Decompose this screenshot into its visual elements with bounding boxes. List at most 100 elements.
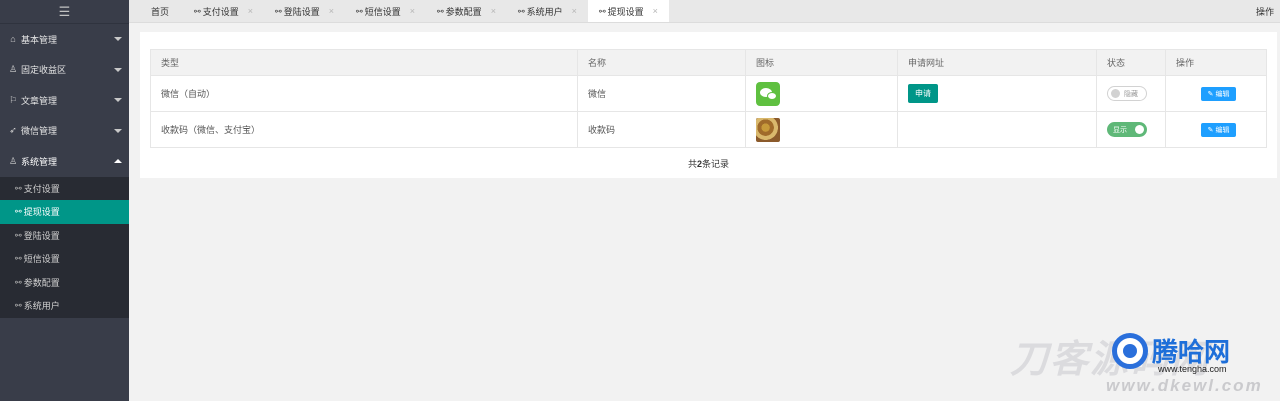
sidebar-item-login-settings[interactable]: ⚯ 登陆设置 [0,224,129,248]
watermark: 刀客源码网 腾哈网 www.tengha.com www.dkewl.com [1010,324,1270,399]
link-icon: ⚯ [598,6,606,16]
close-icon[interactable]: × [653,6,658,16]
tab-label: 短信设置 [364,6,401,17]
tab-login-settings[interactable]: ⚯ 登陆设置 × [264,0,345,22]
link-icon: ⚯ [15,277,22,287]
link-icon: ⚯ [355,6,363,16]
menu-basic-management[interactable]: ⌂ 基本管理 [0,24,129,55]
link-icon: ⚯ [15,254,22,264]
cell-actions: ✎ 编辑 [1165,111,1267,148]
table-header-row: 类型 名称 图标 申请网址 状态 操作 [150,49,1267,76]
cell-apply-url: 申请 [897,75,1097,112]
cell-actions: ✎ 编辑 [1165,75,1267,112]
sidebar-item-param-config[interactable]: ⚯ 参数配置 [0,271,129,295]
sidebar-item-system-users[interactable]: ⚯ 系统用户 [0,294,129,318]
withdraw-methods-table: 类型 名称 图标 申请网址 状态 操作 微信（自动） 微信 申请 隐藏 ✎ 编辑… [150,49,1267,148]
send-icon: ➶ [9,125,17,136]
close-icon[interactable]: × [410,6,415,16]
toggle-knob [1111,89,1120,98]
link-icon: ⚯ [15,301,22,311]
sidebar-item-label: 支付设置 [23,183,60,194]
close-icon[interactable]: × [572,6,577,16]
user-icon: ♙ [8,155,18,166]
tab-label: 提现设置 [607,6,644,17]
tab-system-users[interactable]: ⚯ 系统用户 × [507,0,588,22]
tab-label: 系统用户 [526,6,563,17]
cell-name: 微信 [577,75,746,112]
tab-bar: 首页 ⚯ 支付设置 × ⚯ 登陆设置 × ⚯ 短信设置 × ⚯ 参数配置 × ⚯… [129,0,1280,23]
cell-status: 显示 [1096,111,1166,148]
menu-fixed-income[interactable]: ♙ 固定收益区 [0,55,129,86]
edit-button[interactable]: ✎ 编辑 [1201,86,1236,101]
wechat-icon [756,81,780,106]
tab-param-config[interactable]: ⚯ 参数配置 × [426,0,507,22]
edit-icon: ✎ [1207,126,1214,134]
cell-icon [745,111,898,148]
link-icon: ⚯ [15,230,22,240]
menu-label: 基本管理 [21,34,58,45]
watermark-url: www.tengha.com [1158,364,1227,374]
chevron-down-icon [114,67,122,72]
col-name: 名称 [577,49,746,76]
tab-operations-menu[interactable]: 操作 [1256,0,1274,23]
tab-withdraw-settings[interactable]: ⚯ 提现设置 × [587,0,669,22]
chevron-up-icon [114,159,122,164]
table-row: 微信（自动） 微信 申请 隐藏 ✎ 编辑 [150,75,1267,112]
tab-ops-label: 操作 [1255,7,1274,17]
sidebar-item-withdraw-settings[interactable]: ⚯ 提现设置 [0,200,129,224]
menu-label: 系统管理 [21,156,58,167]
sidebar-item-sms-settings[interactable]: ⚯ 短信设置 [0,247,129,271]
content-panel: 类型 名称 图标 申请网址 状态 操作 微信（自动） 微信 申请 隐藏 ✎ 编辑… [140,32,1277,178]
tab-label: 登陆设置 [283,6,320,17]
apply-button[interactable]: 申请 [908,84,938,103]
link-icon: ⚯ [517,6,525,16]
table-row: 收款码（微信、支付宝） 收款码 显示 ✎ 编辑 [150,111,1267,148]
col-type: 类型 [150,49,578,76]
status-toggle[interactable]: 显示 [1107,122,1147,137]
close-icon[interactable]: × [248,6,253,16]
link-icon: ⚯ [194,6,201,16]
tab-sms-settings[interactable]: ⚯ 短信设置 × [345,0,426,22]
user-icon: ♙ [8,64,18,75]
toggle-knob [1135,125,1144,134]
status-toggle[interactable]: 隐藏 [1107,86,1147,101]
sidebar-item-label: 参数配置 [23,277,60,288]
sidebar-item-label: 登陆设置 [23,230,60,241]
chevron-down-icon [114,98,122,103]
col-icon: 图标 [745,49,898,76]
qr-image-icon [756,117,780,142]
sidebar-item-label: 系统用户 [23,301,60,312]
chevron-down-icon [114,37,122,42]
col-apply-url: 申请网址 [897,49,1097,76]
link-icon: ⚯ [15,183,22,193]
edit-button[interactable]: ✎ 编辑 [1201,122,1236,137]
tab-label: 参数配置 [445,6,482,17]
menu-label: 文章管理 [21,95,58,106]
menu-system-management[interactable]: ♙ 系统管理 [0,146,129,177]
sidebar-item-payment-settings[interactable]: ⚯ 支付设置 [0,177,129,201]
col-status: 状态 [1096,49,1166,76]
menu-wechat-management[interactable]: ➶ 微信管理 [0,116,129,147]
edit-icon: ✎ [1207,90,1214,98]
close-icon[interactable]: × [329,6,334,16]
cell-name: 收款码 [577,111,746,148]
hamburger-icon[interactable]: ☰ [59,4,71,20]
tab-payment-settings[interactable]: ⚯ 支付设置 × [183,0,264,22]
link-icon: ⚯ [275,6,282,16]
cell-status: 隐藏 [1096,75,1166,112]
tab-home[interactable]: 首页 [129,0,183,22]
toggle-label: 隐藏 [1124,90,1138,98]
close-icon[interactable]: × [491,6,496,16]
home-icon: ⌂ [10,34,16,45]
link-icon: ⚯ [436,6,444,16]
sidebar-toggle[interactable]: ☰ [0,0,129,24]
watermark-url-secondary: www.dkewl.com [1106,376,1263,395]
cell-icon [745,75,898,112]
menu-article-management[interactable]: ⚐ 文章管理 [0,85,129,116]
col-actions: 操作 [1165,49,1267,76]
tab-label: 首页 [151,6,170,17]
link-icon: ⚯ [15,207,22,217]
menu-label: 固定收益区 [21,65,67,76]
gear-logo-icon [1112,333,1148,369]
flag-icon: ⚐ [8,94,18,105]
